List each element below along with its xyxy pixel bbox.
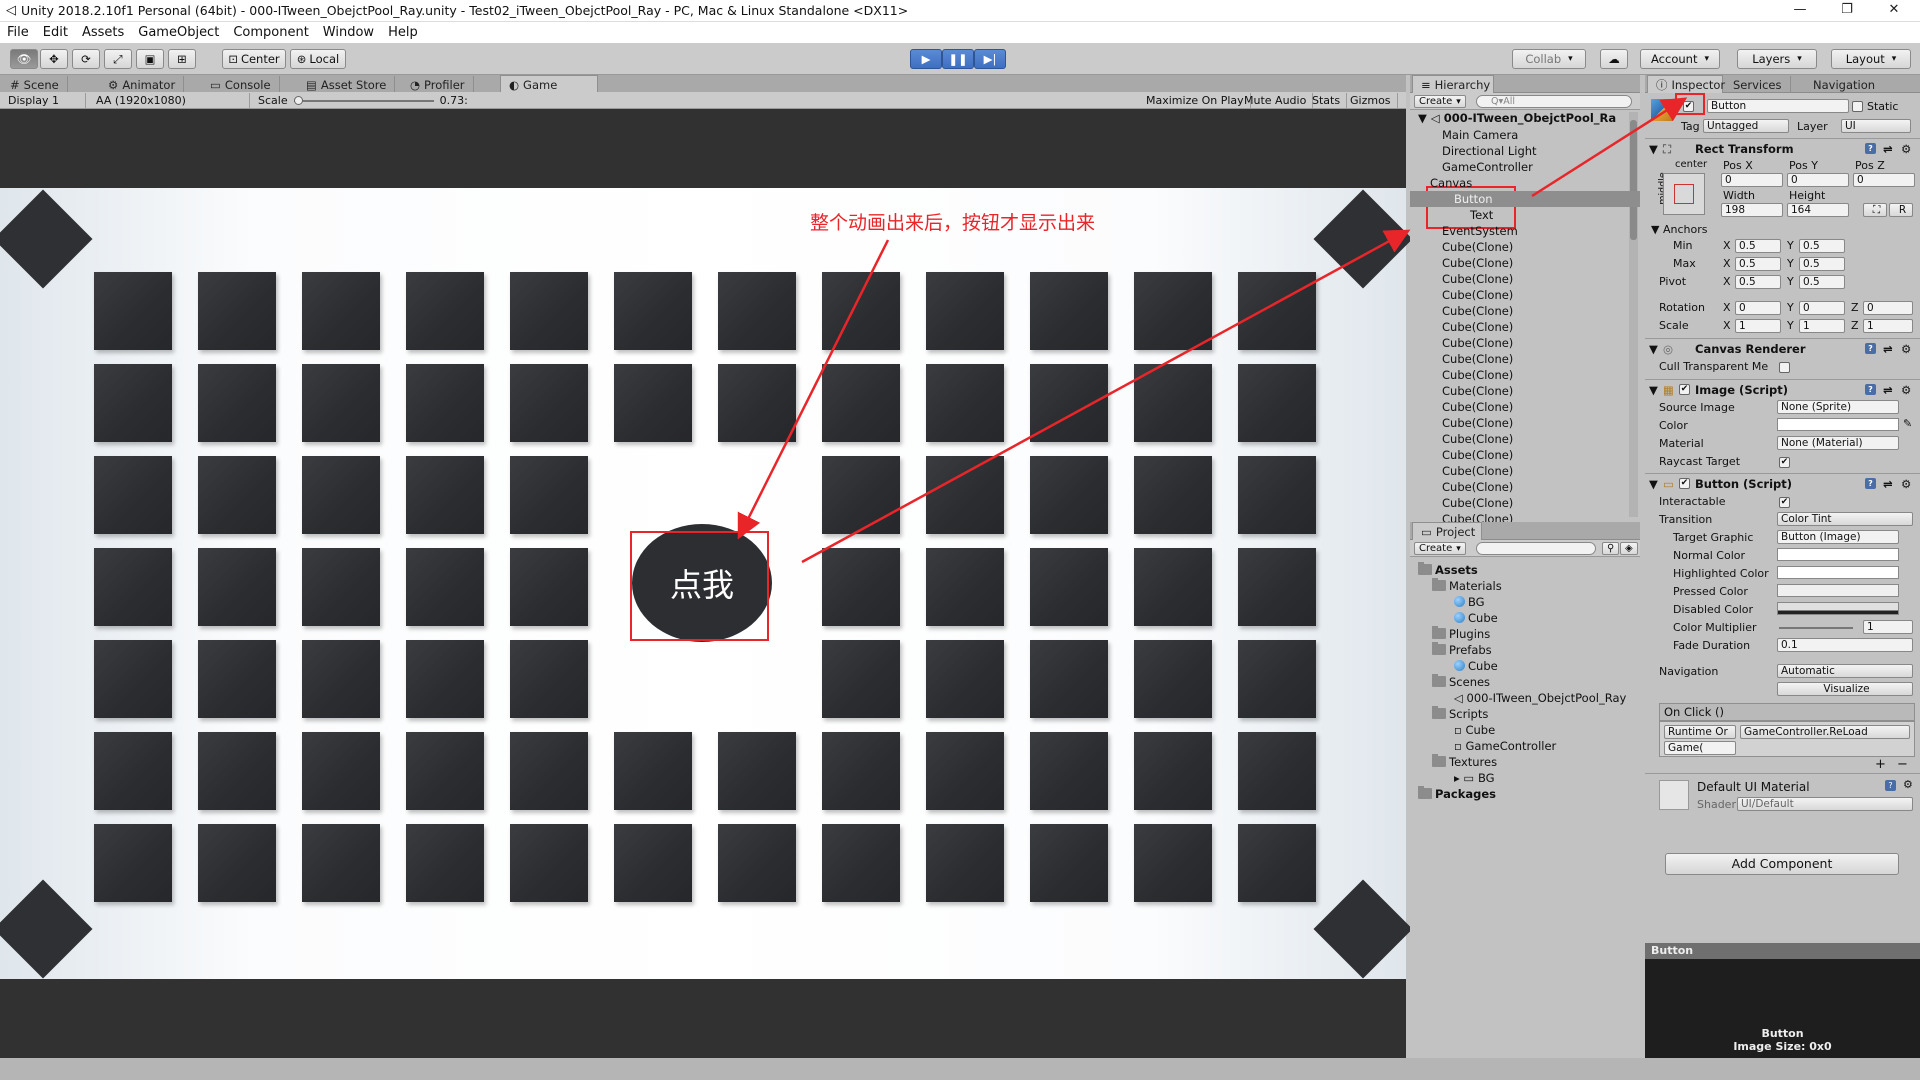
arrow-to-button [737, 239, 890, 540]
annotation-arrows [737, 97, 1688, 564]
arrow-to-hierarchy [801, 229, 1411, 564]
arrow-to-checkbox [1531, 97, 1688, 198]
